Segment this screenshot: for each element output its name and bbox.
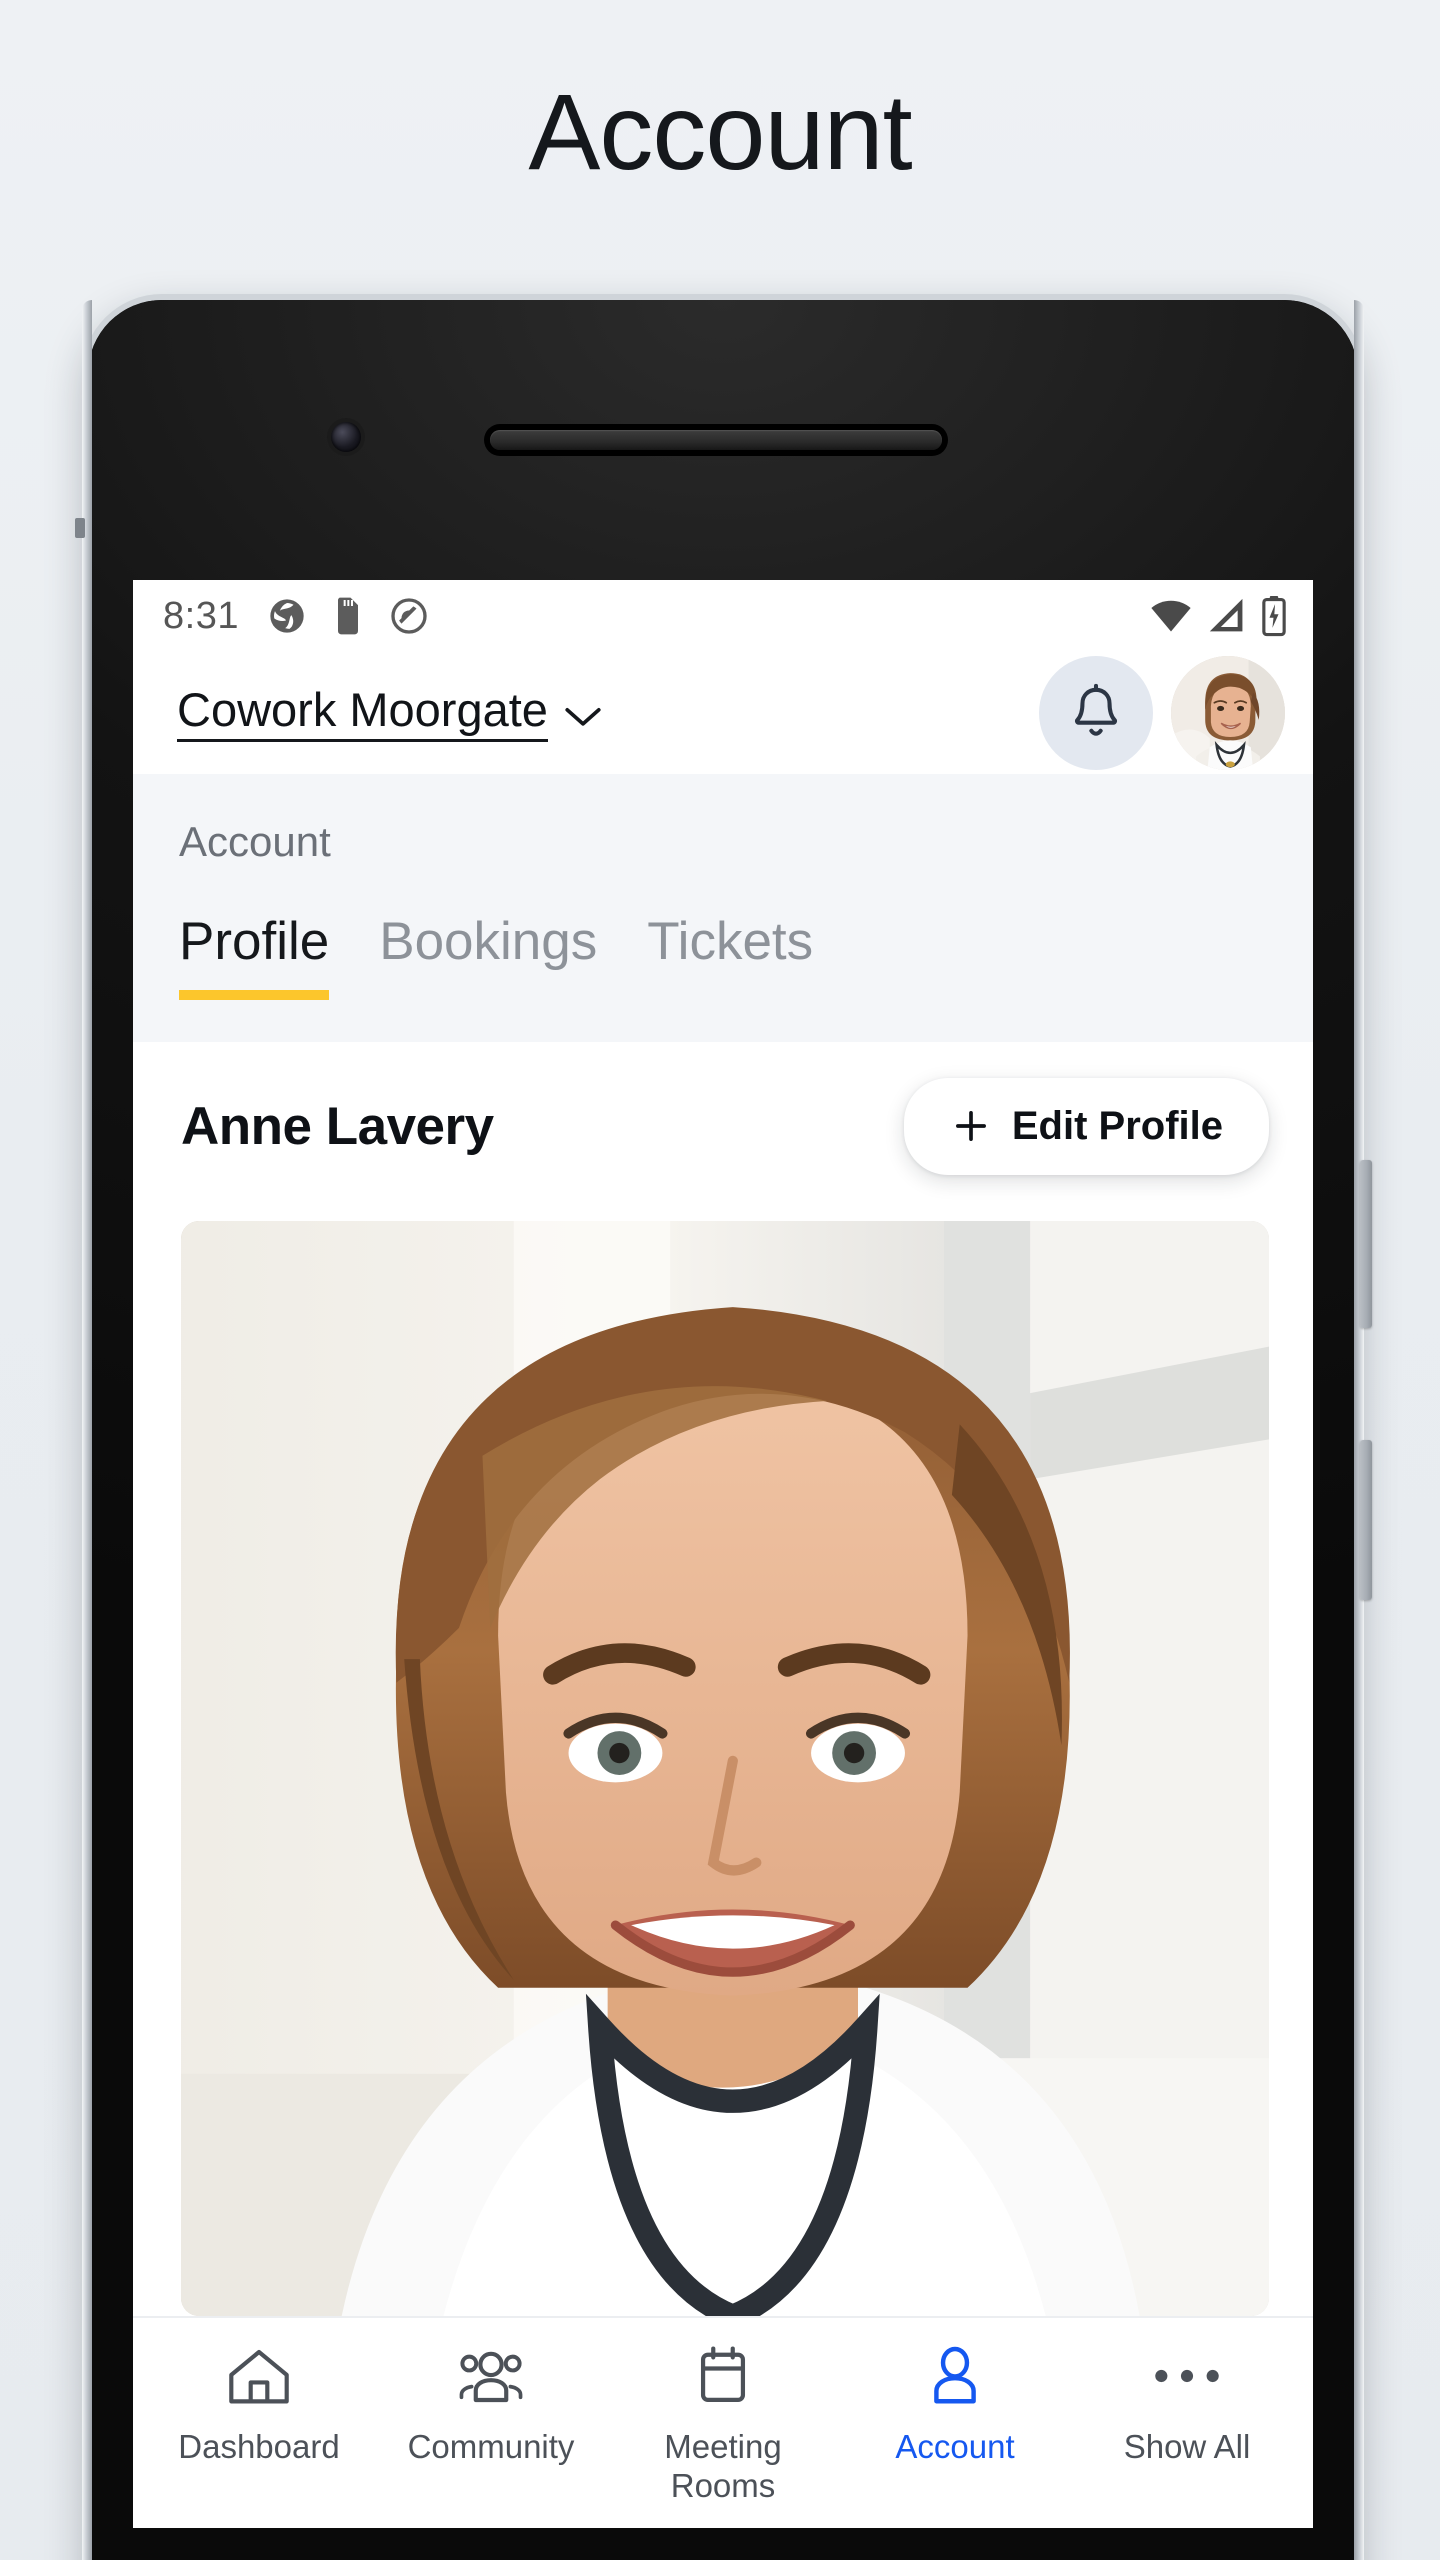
edit-profile-label: Edit Profile	[1011, 1103, 1223, 1148]
bottom-navigation: Dashboard Community Meeting Rooms Accoun…	[133, 2316, 1313, 2528]
wifi-icon	[1151, 600, 1191, 632]
calendar-icon	[694, 2340, 752, 2412]
do-not-disturb-icon	[391, 598, 427, 634]
battery-icon	[1262, 596, 1286, 637]
nav-account[interactable]: Account	[839, 2340, 1071, 2467]
home-icon	[226, 2340, 292, 2412]
power-button[interactable]	[1360, 1440, 1372, 1600]
location-selector[interactable]: Cowork Moorgate	[177, 684, 604, 742]
profile-name: Anne Lavery	[181, 1096, 494, 1156]
nav-account-label: Account	[895, 2428, 1015, 2465]
page-title: Account	[528, 71, 912, 192]
front-camera-icon	[331, 422, 361, 452]
sync-icon	[270, 599, 304, 633]
volume-button[interactable]	[1360, 1160, 1372, 1328]
section-label: Account	[179, 818, 331, 865]
nav-show-all[interactable]: Show All	[1071, 2340, 1303, 2467]
location-name: Cowork Moorgate	[177, 684, 548, 742]
earpiece-speaker	[490, 430, 942, 450]
app-header: Cowork Moorgate	[133, 652, 1313, 774]
phone-device-frame: 8:31 Cowork Moorgate Account Profile Boo…	[75, 300, 1372, 2560]
tab-bookings[interactable]: Bookings	[379, 914, 597, 1000]
tab-bar: Profile Bookings Tickets	[133, 866, 1313, 1000]
phone-left-notch	[75, 518, 85, 538]
profile-photo-image	[181, 1220, 1269, 2316]
status-time: 8:31	[163, 594, 239, 637]
nav-show-all-label: Show All	[1123, 2428, 1251, 2465]
profile-name-row: Anne Lavery Edit Profile	[133, 1042, 1313, 1175]
signal-icon	[1209, 598, 1243, 632]
notifications-button[interactable]	[1039, 656, 1153, 770]
nav-community[interactable]: Community	[375, 2340, 607, 2467]
chevron-down-icon	[565, 708, 601, 726]
header-actions	[1039, 656, 1285, 770]
ellipsis-icon	[1152, 2340, 1222, 2412]
nav-dashboard-label: Dashboard	[178, 2428, 340, 2465]
nav-meeting-rooms[interactable]: Meeting Rooms	[607, 2340, 839, 2506]
status-left-icons	[267, 596, 429, 636]
bell-icon	[1074, 683, 1118, 736]
phone-left-rail	[82, 300, 92, 2560]
person-icon	[925, 2340, 985, 2412]
nav-community-label: Community	[407, 2428, 575, 2465]
nav-dashboard[interactable]: Dashboard	[143, 2340, 375, 2467]
avatar-photo	[1171, 656, 1285, 770]
account-section-header: Account Profile Bookings Tickets	[133, 774, 1313, 1042]
status-right-icons	[1149, 595, 1287, 637]
tab-tickets[interactable]: Tickets	[647, 914, 813, 1000]
phone-screen: 8:31 Cowork Moorgate Account Profile Boo…	[133, 580, 1313, 2528]
sd-card-icon	[337, 597, 358, 635]
status-bar: 8:31	[133, 580, 1313, 652]
tab-profile[interactable]: Profile	[179, 914, 330, 1000]
avatar[interactable]	[1171, 656, 1285, 770]
edit-profile-button[interactable]: Edit Profile	[903, 1077, 1269, 1175]
profile-panel: Anne Lavery Edit Profile	[133, 1041, 1313, 2316]
people-icon	[456, 2340, 526, 2412]
nav-meeting-rooms-label: Meeting Rooms	[664, 2428, 782, 2504]
phone-right-rail	[1354, 300, 1364, 2560]
plus-icon	[955, 1111, 986, 1142]
profile-photo[interactable]	[181, 1220, 1269, 2316]
screenshot-root: Account 8:31 Cowork Moorgate Account Pro…	[0, 0, 1440, 2560]
